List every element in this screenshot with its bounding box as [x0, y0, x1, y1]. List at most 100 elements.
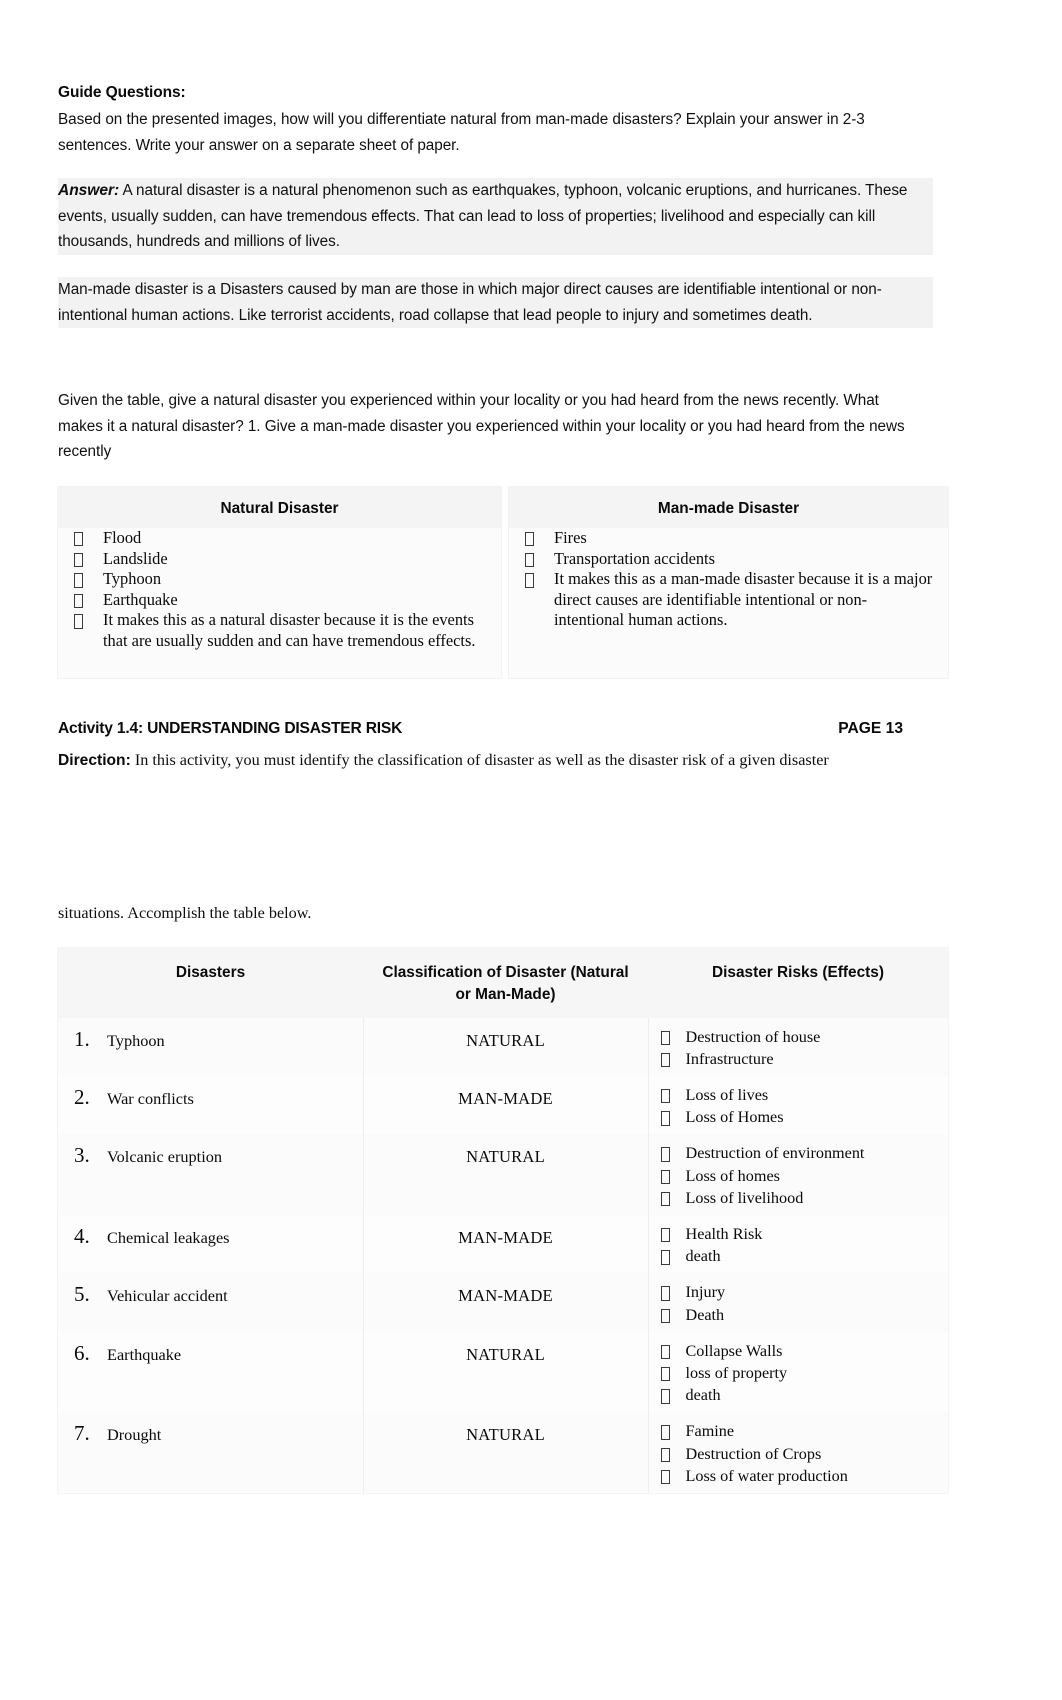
risk-list: Destruction of house Infrastructure [649, 1018, 949, 1076]
list-item-label: It makes this as a natural disaster beca… [103, 610, 476, 650]
bullet-box-icon [525, 531, 534, 547]
disaster-name: Volcanic eruption [107, 1147, 222, 1167]
risk-label: Destruction of house [685, 1027, 821, 1046]
risk-label: Loss of lives [685, 1085, 769, 1104]
manmade-disaster-list: Fires Transportation accidents It makes … [509, 528, 948, 631]
cell-risks: Health Risk death [647, 1214, 948, 1274]
list-item: Destruction of Crops [655, 1443, 941, 1465]
risk-list: Destruction of environment Loss of homes… [649, 1134, 949, 1215]
page-reference: PAGE 13 [838, 719, 903, 737]
cell-disaster: 2. War conflicts [58, 1075, 363, 1135]
table-header-row: Disasters Classification of Disaster (Na… [58, 947, 948, 1018]
risk-label: Health Risk [685, 1224, 763, 1243]
table-body: 1. Typhoon NATURAL Destruction of house … [58, 1017, 949, 1493]
bullet-box-icon [74, 552, 83, 568]
list-item: Famine [655, 1420, 941, 1442]
risk-label: Destruction of environment [685, 1144, 865, 1163]
risk-label: Death [685, 1305, 725, 1324]
list-item: Typhoon [64, 569, 487, 590]
bullet-box-icon [660, 1227, 670, 1243]
table-row: 2. War conflicts MAN-MADE Loss of lives … [58, 1075, 949, 1135]
list-item: It makes this as a natural disaster beca… [64, 610, 487, 651]
list-item: Destruction of environment [655, 1142, 941, 1164]
cell-classification: NATURAL [362, 1331, 648, 1413]
classification-value: MAN-MADE [458, 1286, 553, 1306]
bullet-box-icon [660, 1344, 670, 1360]
classification-value: MAN-MADE [458, 1227, 553, 1247]
manmade-disaster-column: Man-made Disaster Fires Transportation a… [509, 486, 948, 678]
disaster-name: Chemical leakages [107, 1227, 230, 1247]
table-row: 3. Volcanic eruption NATURAL Destruction… [58, 1134, 948, 1215]
classification-value: NATURAL [466, 1425, 545, 1445]
list-item: Loss of water production [655, 1465, 941, 1487]
list-item: Injury [655, 1281, 941, 1303]
bullet-box-icon [660, 1250, 670, 1265]
list-item: Landslide [64, 549, 487, 570]
list-item-label: Typhoon [103, 569, 162, 589]
cell-classification: MAN-MADE [362, 1075, 648, 1135]
bullet-box-icon [660, 1169, 670, 1185]
risk-list: Injury Death [649, 1273, 949, 1331]
row-number: 4. [74, 1223, 90, 1248]
risk-label: Loss of Homes [685, 1108, 784, 1127]
bullet-box-icon [660, 1191, 670, 1207]
risk-label: Loss of water production [685, 1466, 848, 1485]
cell-disaster: 3. Volcanic eruption [58, 1134, 363, 1215]
row-number: 1. [74, 1026, 90, 1051]
cell-disaster: 4. Chemical leakages [58, 1214, 363, 1274]
table-row: 5. Vehicular accident MAN-MADE Injury De… [58, 1273, 949, 1332]
list-item: Fires [515, 528, 934, 549]
risk-list: Famine Destruction of Crops Loss of wate… [649, 1412, 949, 1493]
list-item: Loss of livelihood [655, 1187, 941, 1209]
bullet-box-icon [660, 1286, 670, 1301]
risk-label: Collapse Walls [685, 1341, 783, 1360]
risk-label: Destruction of Crops [685, 1444, 822, 1463]
list-item: Destruction of house [655, 1026, 941, 1048]
table-row: 4. Chemical leakages MAN-MADE Health Ris… [58, 1214, 948, 1274]
classification-value: MAN-MADE [458, 1088, 553, 1108]
risk-label: Infrastructure [685, 1049, 774, 1068]
cell-classification: MAN-MADE [362, 1273, 648, 1332]
list-item-label: Landslide [103, 548, 168, 568]
cell-disaster: 5. Vehicular accident [58, 1273, 363, 1332]
risk-label: death [685, 1247, 721, 1266]
natural-disaster-header: Natural Disaster [58, 486, 501, 528]
bullet-box-icon [660, 1052, 670, 1068]
list-item-label: Transportation accidents [554, 548, 715, 568]
guide-question-paragraph: Based on the presented images, how will … [58, 111, 865, 154]
list-item: Transportation accidents [515, 549, 934, 570]
bullet-box-icon [74, 614, 83, 629]
bullet-box-icon [74, 573, 83, 588]
bullet-box-icon [660, 1111, 670, 1126]
bullet-box-icon [660, 1389, 670, 1404]
cell-classification: NATURAL [362, 1017, 648, 1076]
column-header-disasters: Disasters [58, 947, 363, 1018]
row-number: 7. [74, 1421, 90, 1446]
risk-label: Injury [685, 1283, 726, 1302]
risk-list: Loss of lives Loss of Homes [649, 1076, 949, 1134]
row-number: 3. [74, 1143, 90, 1168]
disaster-classification-table: Disasters Classification of Disaster (Na… [58, 947, 949, 1493]
classification-value: NATURAL [466, 1344, 545, 1364]
manmade-definition-paragraph: Man-made disaster is a Disasters caused … [58, 276, 933, 329]
cell-risks: Destruction of house Infrastructure [647, 1017, 949, 1076]
bullet-box-icon [660, 1030, 670, 1045]
list-item: Infrastructure [655, 1048, 941, 1070]
cell-risks: Injury Death [647, 1273, 949, 1332]
disaster-name: Earthquake [107, 1344, 182, 1364]
row-number: 5. [74, 1282, 90, 1307]
list-item: Death [655, 1304, 941, 1326]
natural-disaster-list: Flood Landslide Typhoon Earthquake It ma… [58, 528, 501, 652]
bullet-box-icon [660, 1366, 670, 1382]
classification-value: NATURAL [466, 1030, 545, 1050]
list-item-label: Fires [554, 527, 587, 547]
disaster-name: Typhoon [107, 1030, 165, 1050]
direction-row: Direction: In this activity, you must id… [58, 748, 933, 773]
list-item-label: It makes this as a man-made disaster bec… [554, 569, 933, 630]
cell-risks: Destruction of environment Loss of homes… [647, 1134, 949, 1215]
list-item: death [655, 1384, 941, 1406]
bullet-box-icon [660, 1447, 670, 1463]
activity-title: Activity 1.4: UNDERSTANDING DISASTER RIS… [58, 719, 403, 737]
column-header-risks: Disaster Risks (Effects) [648, 947, 948, 1018]
answer-body: A natural disaster is a natural phenomen… [58, 182, 908, 251]
